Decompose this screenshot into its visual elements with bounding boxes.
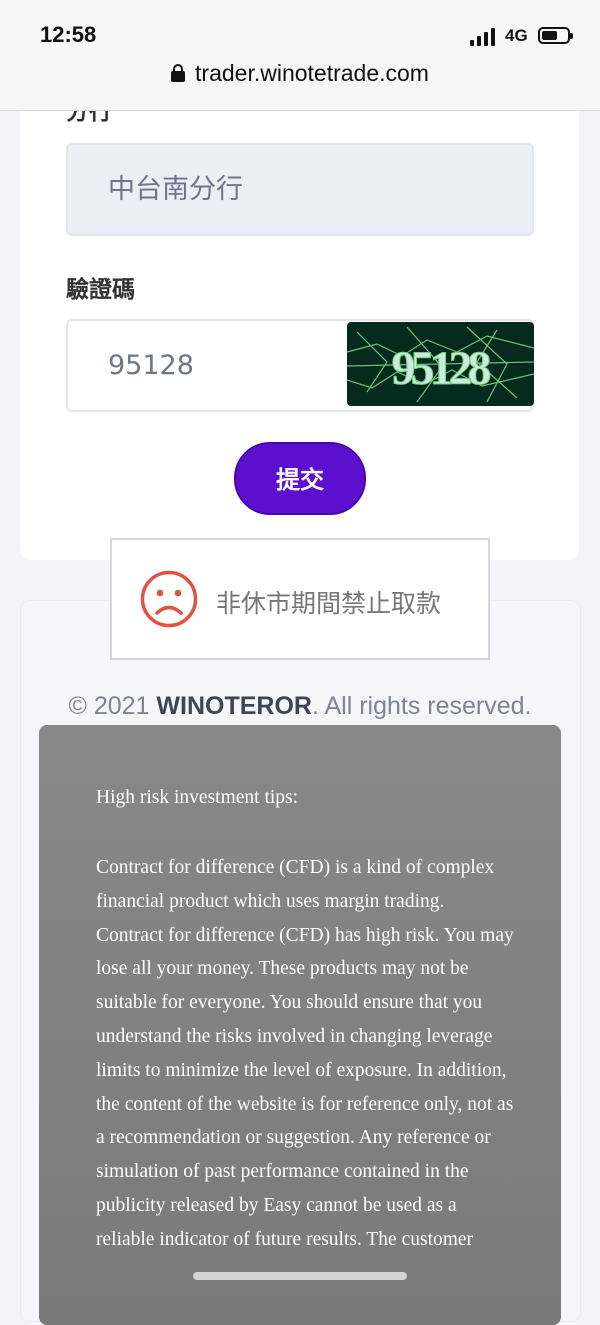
copyright-brand: WINOTEROR bbox=[156, 692, 312, 720]
battery-icon bbox=[538, 27, 573, 44]
address-bar[interactable]: trader.winotetrade.com bbox=[0, 60, 600, 87]
risk-disclaimer-panel: High risk investment tips: Contract for … bbox=[39, 725, 561, 1325]
copyright-prefix: © 2021 bbox=[68, 692, 157, 720]
risk-body: Contract for difference (CFD) is a kind … bbox=[96, 857, 514, 1250]
url-text: trader.winotetrade.com bbox=[195, 60, 429, 86]
captcha-label: 驗證碼 bbox=[66, 277, 135, 303]
signal-icon bbox=[470, 28, 498, 46]
error-toast: 非休市期間禁止取款 bbox=[110, 538, 490, 660]
toast-message: 非休市期間禁止取款 bbox=[216, 589, 442, 618]
branch-field[interactable]: 中台南分行 bbox=[66, 143, 534, 236]
lock-icon bbox=[171, 64, 186, 82]
captcha-image-text: 95128 bbox=[392, 342, 491, 395]
network-type: 4G bbox=[505, 26, 528, 45]
copyright-suffix: . All rights reserved. bbox=[311, 692, 532, 720]
browser-top-bar: 12:58 4G trader.winotetrade.com bbox=[0, 0, 600, 111]
status-time: 12:58 bbox=[40, 22, 97, 47]
sad-face-icon bbox=[140, 570, 198, 628]
captcha-image[interactable]: 95128 bbox=[347, 322, 534, 406]
risk-title: High risk investment tips: bbox=[96, 787, 299, 808]
submit-button[interactable]: 提交 bbox=[234, 442, 366, 515]
home-indicator bbox=[193, 1272, 407, 1280]
copyright-text: © 2021 WINOTEROR. All rights reserved. bbox=[0, 692, 600, 721]
